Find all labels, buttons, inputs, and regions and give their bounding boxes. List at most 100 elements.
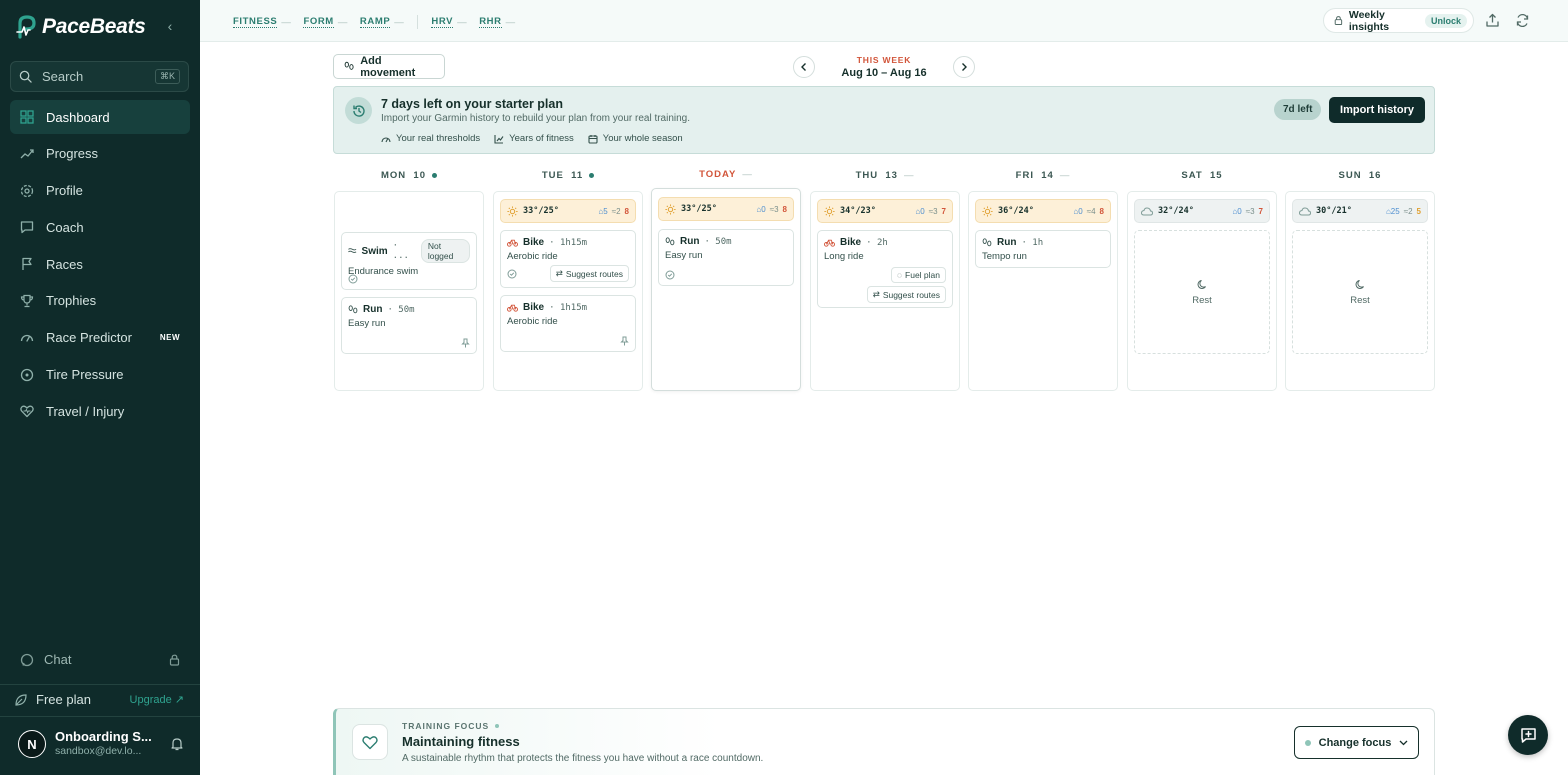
day-header-sun: SUN 16 [1285,170,1435,181]
check-circle-icon[interactable] [348,274,358,284]
import-history-button[interactable]: Import history [1329,97,1425,123]
sidebar-item-label: Trophies [46,293,97,309]
user-profile[interactable]: N Onboarding S... sandbox@dev.lo... [18,729,184,759]
sidebar-item-coach[interactable]: Coach [10,210,190,244]
metric-value: — [394,16,405,28]
workout-sport: Run [680,236,700,247]
metrics-strip: FITNESS — FORM — RAMP — HRV — RHR — [233,15,516,29]
sidebar-item-dashboard[interactable]: Dashboard [10,100,190,134]
metric-form[interactable]: FORM — [303,16,347,28]
sidebar-item-race-predictor[interactable]: Race Predictor NEW [10,321,190,355]
day-column-sun[interactable]: 30°/21° ⌂25 ≈2 5 Rest [1285,191,1435,391]
rain-amount: 0 [1237,206,1242,216]
workout-card-bike[interactable]: Bike · 1h15m Aerobic ride ⇄ Suggest route… [500,230,636,288]
weather-strip: 33°/25° ⌂0 ≈3 8 [658,197,794,221]
weather-temp: 36°/24° [998,206,1034,216]
sidebar-item-tire-pressure[interactable]: Tire Pressure [10,358,190,392]
day-label: SUN 16 [1338,170,1382,181]
uv-value: 5 [1416,206,1421,216]
suggest-routes-label: Suggest routes [882,289,940,300]
workout-card-bike[interactable]: Bike · 1h15m Aerobic ride [500,295,636,352]
metric-label: FITNESS [233,16,278,28]
weather-strip: 36°/24° ⌂0 ≈4 8 [975,199,1111,223]
check-circle-icon[interactable] [507,269,517,279]
sidebar-item-races[interactable]: Races [10,247,190,281]
previous-week-button[interactable] [793,56,815,78]
metric-label: RHR [479,16,502,28]
metric-rhr[interactable]: RHR — [479,16,516,28]
completed-dot [589,173,595,178]
search-shortcut: ⌘K [154,69,180,84]
bell-icon[interactable] [170,737,184,751]
sidebar-item-profile[interactable]: Profile [10,174,190,208]
day-column-tue[interactable]: 33°/25° ⌂5 ≈2 8 Bike · 1h15m Aerobic ride … [493,191,643,391]
check-circle-icon[interactable] [665,270,675,280]
leaf-icon [15,693,27,706]
metric-fitness[interactable]: FITNESS — [233,16,291,28]
pin-icon[interactable] [461,338,470,348]
perk-label: Years of fitness [509,133,574,144]
metric-label: RAMP [359,16,391,28]
sidebar-nav: Dashboard Progress Profile Coach Races T… [10,100,190,431]
next-week-button[interactable] [953,56,975,78]
workout-card-swim[interactable]: Swim · ... Not logged Endurance swim [341,232,477,290]
day-column-thu[interactable]: 34°/23° ⌂0 ≈3 7 Bike · 2h Long ride ◌ Fuel … [810,191,960,391]
workout-card-run[interactable]: Run · 50m Easy run [658,229,794,286]
suggest-routes-button[interactable]: ⇄ Suggest routes [549,265,629,282]
weekly-insights-button[interactable]: Weekly insights Unlock [1323,8,1474,33]
avatar: N [18,730,46,758]
weather-strip: 32°/24° ⌂0 ≈3 7 [1134,199,1270,223]
search-input[interactable]: Search ⌘K [10,61,189,92]
day-label: TODAY [699,169,737,180]
share-icon[interactable] [1485,13,1500,28]
rest-day-card[interactable]: Rest [1134,230,1270,354]
workout-card-run[interactable]: Run · 1h Tempo run [975,230,1111,268]
metric-hrv[interactable]: HRV — [431,16,467,28]
sidebar-item-label: Coach [46,219,84,235]
day-column-mon[interactable]: Swim · ... Not logged Endurance swim Run… [334,191,484,391]
brand-logo[interactable]: PaceBeats [16,14,146,40]
lock-icon [1334,16,1343,26]
day-header-thu: THU 13 — [810,170,960,181]
route-icon: ⇄ [872,289,880,299]
unlock-badge: Unlock [1424,13,1467,28]
user-email: sandbox@dev.lo... [55,745,142,757]
metric-ramp[interactable]: RAMP — [359,16,405,28]
heart-icon [352,724,388,760]
trend-icon [20,149,34,159]
change-focus-button[interactable]: Change focus [1294,726,1419,759]
weather-temp: 33°/25° [681,204,717,214]
collapse-sidebar-icon[interactable]: ‹ [162,18,178,34]
settings-icon [20,184,34,197]
upgrade-link[interactable]: Upgrade ↗ [130,693,184,706]
focus-title: Maintaining fitness [402,734,520,749]
day-column-sat[interactable]: 32°/24° ⌂0 ≈3 7 Rest [1127,191,1277,391]
chat-item[interactable]: Chat [20,652,180,667]
focus-subtitle: A sustainable rhythm that protects the f… [402,753,764,764]
sidebar-item-travel-injury[interactable]: Travel / Injury [10,394,190,428]
workout-card-run[interactable]: Run · 50m Easy run [341,297,477,354]
refresh-icon[interactable] [1515,13,1530,28]
flag-icon [22,258,32,271]
week-label: THIS WEEK Aug 10 – Aug 16 [823,55,945,79]
rest-day-card[interactable]: Rest [1292,230,1428,354]
workout-card-bike[interactable]: Bike · 2h Long ride ◌ Fuel plan ⇄ Suggest … [817,230,953,308]
pin-icon[interactable] [620,336,629,346]
fuel-plan-button[interactable]: ◌ Fuel plan [890,267,946,283]
workout-duration: · 50m [704,236,732,247]
sidebar-item-label: Race Predictor [46,330,132,346]
wind-amount: 3 [933,206,938,216]
sidebar-item-trophies[interactable]: Trophies [10,284,190,318]
workout-sport: Swim [361,245,388,257]
day-column-fri[interactable]: 36°/24° ⌂0 ≈4 8 Run · 1h Tempo run [968,191,1118,391]
chat-fab-button[interactable] [1508,715,1548,755]
chevron-down-icon [1399,740,1408,745]
sidebar-item-progress[interactable]: Progress [10,137,190,171]
sun-icon [982,205,993,217]
sidebar: PaceBeats ‹ Search ⌘K Dashboard Progress… [0,0,200,775]
day-column-today[interactable]: 33°/25° ⌂0 ≈3 8 Run · 50m Easy run [651,188,801,391]
workout-duration: · ... [392,241,409,261]
suggest-routes-button[interactable]: ⇄ Suggest routes [866,286,946,303]
add-movement-button[interactable]: Add movement [333,54,445,79]
focus-eyebrow: TRAINING FOCUS [402,721,500,731]
